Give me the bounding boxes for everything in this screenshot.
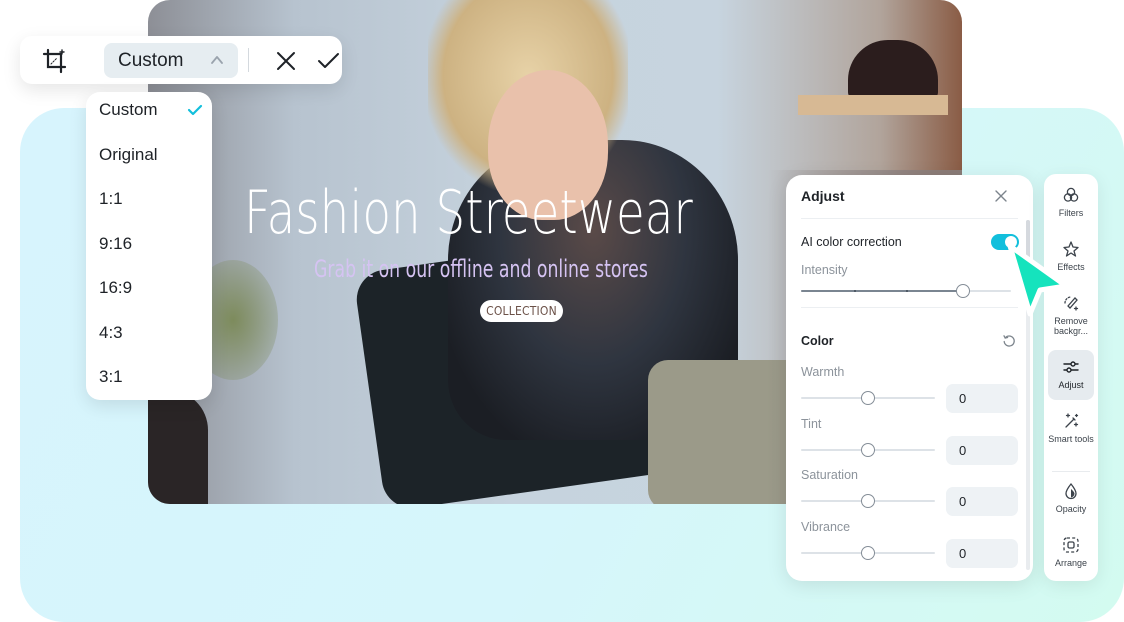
ratio-option-1-1[interactable]: 1:1 [99, 186, 205, 212]
photo-shelf [798, 95, 948, 115]
crop-toolbar: Custom [20, 36, 342, 84]
chevron-up-icon [211, 56, 223, 64]
reset-icon[interactable] [1002, 334, 1016, 348]
intensity-track-fill [801, 290, 963, 292]
smart-tools-icon [1065, 413, 1079, 428]
tool-adjust[interactable]: Adjust [1048, 350, 1094, 400]
warmth-slider-thumb[interactable] [861, 391, 875, 405]
canvas-subline[interactable]: Grab it on our offline and online stores [314, 255, 648, 283]
canvas-headline[interactable]: Fashion Streetwear [244, 178, 693, 248]
tool-opacity[interactable]: Opacity [1048, 482, 1094, 522]
ai-color-correction-label: AI color correction [801, 235, 902, 249]
color-section-title: Color [801, 334, 834, 348]
aspect-ratio-menu: Custom Original 1:1 9:16 16:9 4:3 3:1 [86, 92, 212, 400]
intensity-thumb[interactable] [955, 284, 970, 298]
rail-divider [1052, 471, 1090, 472]
tint-value-input[interactable]: 0 [946, 435, 1018, 465]
divider [801, 307, 1018, 308]
saturation-value-input[interactable]: 0 [946, 487, 1018, 516]
ratio-option-16-9[interactable]: 16:9 [99, 275, 205, 301]
opacity-icon [1065, 482, 1077, 500]
cursor-pointer-icon [1007, 243, 1069, 317]
tool-smart-tools[interactable]: Smart tools [1048, 412, 1094, 460]
tool-rail: Filters Effects Remove backgr... Adjust … [1044, 174, 1098, 581]
divider [801, 218, 1018, 219]
tint-label: Tint [801, 416, 822, 431]
tint-slider-thumb[interactable] [861, 442, 875, 457]
tool-arrange[interactable]: Arrange [1048, 536, 1094, 576]
arrange-icon [1063, 537, 1079, 553]
vibrance-label: Vibrance [801, 519, 851, 534]
check-icon[interactable] [316, 49, 342, 73]
ratio-option-3-1[interactable]: 3:1 [99, 364, 205, 390]
saturation-label: Saturation [801, 468, 858, 482]
warmth-label: Warmth [801, 365, 845, 379]
photo-chair [148, 390, 208, 504]
adjust-icon [1063, 361, 1079, 373]
intensity-tick [906, 290, 908, 292]
selected-check-icon [187, 104, 203, 116]
saturation-slider-thumb[interactable] [861, 494, 875, 508]
aspect-ratio-select[interactable]: Custom [104, 43, 238, 78]
adjust-panel-title: Adjust [801, 188, 845, 204]
ratio-option-4-3[interactable]: 4:3 [99, 320, 205, 346]
close-icon[interactable] [993, 188, 1009, 204]
vibrance-slider-thumb[interactable] [861, 545, 875, 560]
adjust-panel: Adjust AI color correction Intensity Col… [786, 175, 1033, 581]
photo-hat [848, 40, 938, 100]
filters-icon [1063, 187, 1079, 202]
aspect-ratio-value: Custom [118, 49, 184, 71]
intensity-tick [853, 290, 856, 292]
crop-icon[interactable] [42, 48, 68, 74]
ratio-option-9-16[interactable]: 9:16 [99, 231, 205, 257]
toolbar-divider [248, 48, 249, 72]
warmth-value-input[interactable]: 0 [946, 384, 1018, 413]
ratio-option-custom[interactable]: Custom [99, 97, 205, 123]
close-icon[interactable] [274, 49, 298, 73]
intensity-label: Intensity [801, 263, 848, 277]
vibrance-value-input[interactable]: 0 [946, 538, 1018, 568]
tool-filters[interactable]: Filters [1048, 186, 1094, 226]
collection-button[interactable]: COLLECTION [480, 300, 563, 322]
ratio-option-original[interactable]: Original [99, 142, 205, 168]
